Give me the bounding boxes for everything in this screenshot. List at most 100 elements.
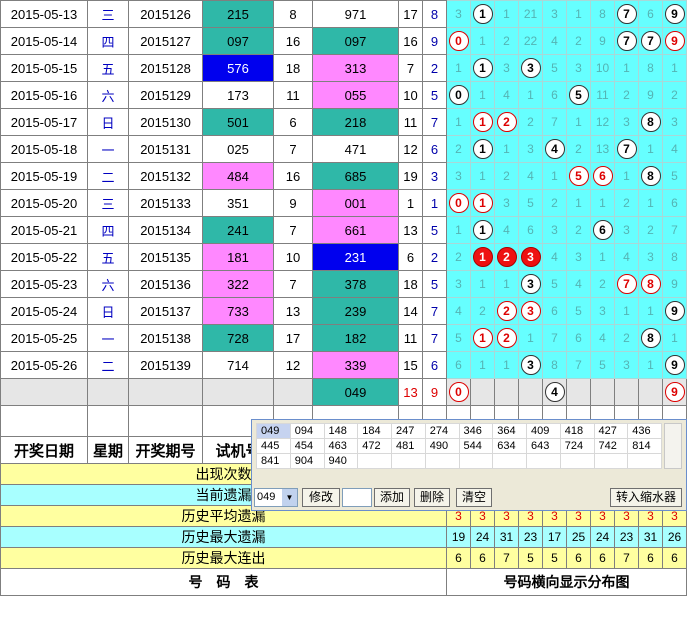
test-sum: 7 <box>273 270 313 298</box>
winning-number: 471 <box>312 135 399 163</box>
number-grid-cell[interactable]: 544 <box>458 438 494 454</box>
distribution-cell: 1 <box>470 27 495 55</box>
test-number: 728 <box>202 324 274 352</box>
number-grid-cell[interactable] <box>492 453 527 469</box>
test-sum: 16 <box>273 27 313 55</box>
number-grid-cell[interactable]: 841 <box>256 453 291 469</box>
number-grid-cell[interactable]: 814 <box>627 438 662 454</box>
stat-value: 6 <box>446 547 471 569</box>
distribution-cell: 1 <box>470 108 495 136</box>
number-grid-cell[interactable] <box>424 453 460 469</box>
winning-number: 231 <box>312 243 399 271</box>
number-grid-cell[interactable]: 427 <box>593 423 629 439</box>
number-grid-cell[interactable]: 481 <box>391 438 426 454</box>
winning-sum: 15 <box>398 351 423 379</box>
popup-scrollbar[interactable] <box>664 423 682 469</box>
add-button[interactable]: 添加 <box>374 488 410 507</box>
test-sum: 9 <box>273 189 313 217</box>
distribution-cell: 3 <box>446 270 471 298</box>
number-grid-cell[interactable]: 184 <box>357 423 392 439</box>
number-input[interactable] <box>342 488 372 507</box>
number-combo[interactable]: 049 ▼ <box>254 488 298 507</box>
number-grid-cell[interactable]: 742 <box>593 438 629 454</box>
test-number: 215 <box>202 0 274 28</box>
issue-number: 2015134 <box>128 216 203 244</box>
distribution-cell: 21 <box>518 0 543 28</box>
distribution-cell: 2 <box>494 297 519 325</box>
number-grid-cell[interactable] <box>526 453 561 469</box>
number-grid-cell[interactable]: 634 <box>492 438 527 454</box>
weekday: 日 <box>87 108 129 136</box>
clear-button[interactable]: 清空 <box>456 488 492 507</box>
distribution-cell: 1 <box>446 54 471 82</box>
number-grid-cell[interactable]: 094 <box>289 423 325 439</box>
distribution-cell: 8 <box>638 270 663 298</box>
number-grid-cell[interactable]: 346 <box>458 423 494 439</box>
number-grid-cell[interactable]: 364 <box>492 423 527 439</box>
number-ball: 3 <box>520 355 541 375</box>
test-sum: 6 <box>273 108 313 136</box>
number-grid-cell[interactable] <box>627 453 662 469</box>
weekday: 二 <box>87 162 129 190</box>
span-value: 8 <box>422 0 447 28</box>
distribution-cell: 2 <box>518 108 543 136</box>
test-sum: 7 <box>273 135 313 163</box>
winning-sum: 16 <box>398 27 423 55</box>
distribution-cell: 7 <box>662 216 687 244</box>
distribution-cell: 8 <box>662 243 687 271</box>
number-grid-cell[interactable]: 490 <box>424 438 460 454</box>
number-grid-cell[interactable]: 436 <box>627 423 662 439</box>
combo-value: 049 <box>257 491 276 503</box>
span-value: 2 <box>422 54 447 82</box>
number-grid-cell[interactable] <box>593 453 629 469</box>
header-date: 开奖日期 <box>0 436 88 464</box>
transfer-to-reducer-button[interactable]: 转入缩水器 <box>610 488 682 507</box>
distribution-cell: 4 <box>494 81 519 109</box>
number-grid-cell[interactable] <box>391 453 426 469</box>
number-grid-cell[interactable]: 049 <box>256 423 291 439</box>
number-grid-cell[interactable]: 643 <box>526 438 561 454</box>
number-grid-cell[interactable]: 247 <box>391 423 426 439</box>
distribution-cell: 13 <box>590 135 615 163</box>
number-grid-cell[interactable] <box>559 453 595 469</box>
issue-number: 2015137 <box>128 297 203 325</box>
number-grid-cell[interactable]: 445 <box>256 438 291 454</box>
empty-cell <box>87 405 129 437</box>
distribution-cell: 2 <box>566 216 591 244</box>
distribution-cell: 1 <box>470 216 495 244</box>
number-grid-cell[interactable]: 148 <box>323 423 359 439</box>
distribution-cell <box>518 378 543 406</box>
number-grid-cell[interactable]: 940 <box>323 453 359 469</box>
number-grid-cell[interactable] <box>458 453 494 469</box>
number-grid-cell[interactable]: 472 <box>357 438 392 454</box>
distribution-cell: 3 <box>614 108 639 136</box>
distribution-cell: 8 <box>638 54 663 82</box>
empty-cell <box>202 378 274 406</box>
number-ball: 9 <box>664 301 685 321</box>
number-grid-cell[interactable]: 454 <box>289 438 325 454</box>
number-ball: 7 <box>616 31 637 51</box>
number-grid-cell[interactable]: 724 <box>559 438 595 454</box>
number-grid-cell[interactable]: 418 <box>559 423 595 439</box>
distribution-cell <box>638 378 663 406</box>
number-grid-cell[interactable]: 409 <box>526 423 561 439</box>
pending-row: 049 13 9 0 4 9 <box>0 378 687 406</box>
number-grid-cell[interactable]: 904 <box>289 453 325 469</box>
distribution-cell: 4 <box>566 270 591 298</box>
distribution-cell: 5 <box>566 81 591 109</box>
distribution-cell: 5 <box>542 270 567 298</box>
number-grid-cell[interactable]: 463 <box>323 438 359 454</box>
number-ball: 2 <box>496 328 517 348</box>
stat-value: 31 <box>494 526 519 548</box>
table-row: 2015-05-26 二 2015139 714 12 339 15 6 6 1 1 3 8 7 5 3 1 9 <box>0 351 687 379</box>
distribution-cell: 1 <box>494 135 519 163</box>
test-number: 576 <box>202 54 274 82</box>
modify-button[interactable]: 修改 <box>302 488 340 507</box>
number-grid-cell[interactable] <box>357 453 392 469</box>
distribution-cell: 1 <box>590 243 615 271</box>
stat-value: 24 <box>590 526 615 548</box>
delete-button[interactable]: 删除 <box>414 488 450 507</box>
chevron-down-icon[interactable]: ▼ <box>282 489 297 506</box>
number-grid-cell[interactable]: 274 <box>424 423 460 439</box>
draw-date: 2015-05-14 <box>0 27 88 55</box>
